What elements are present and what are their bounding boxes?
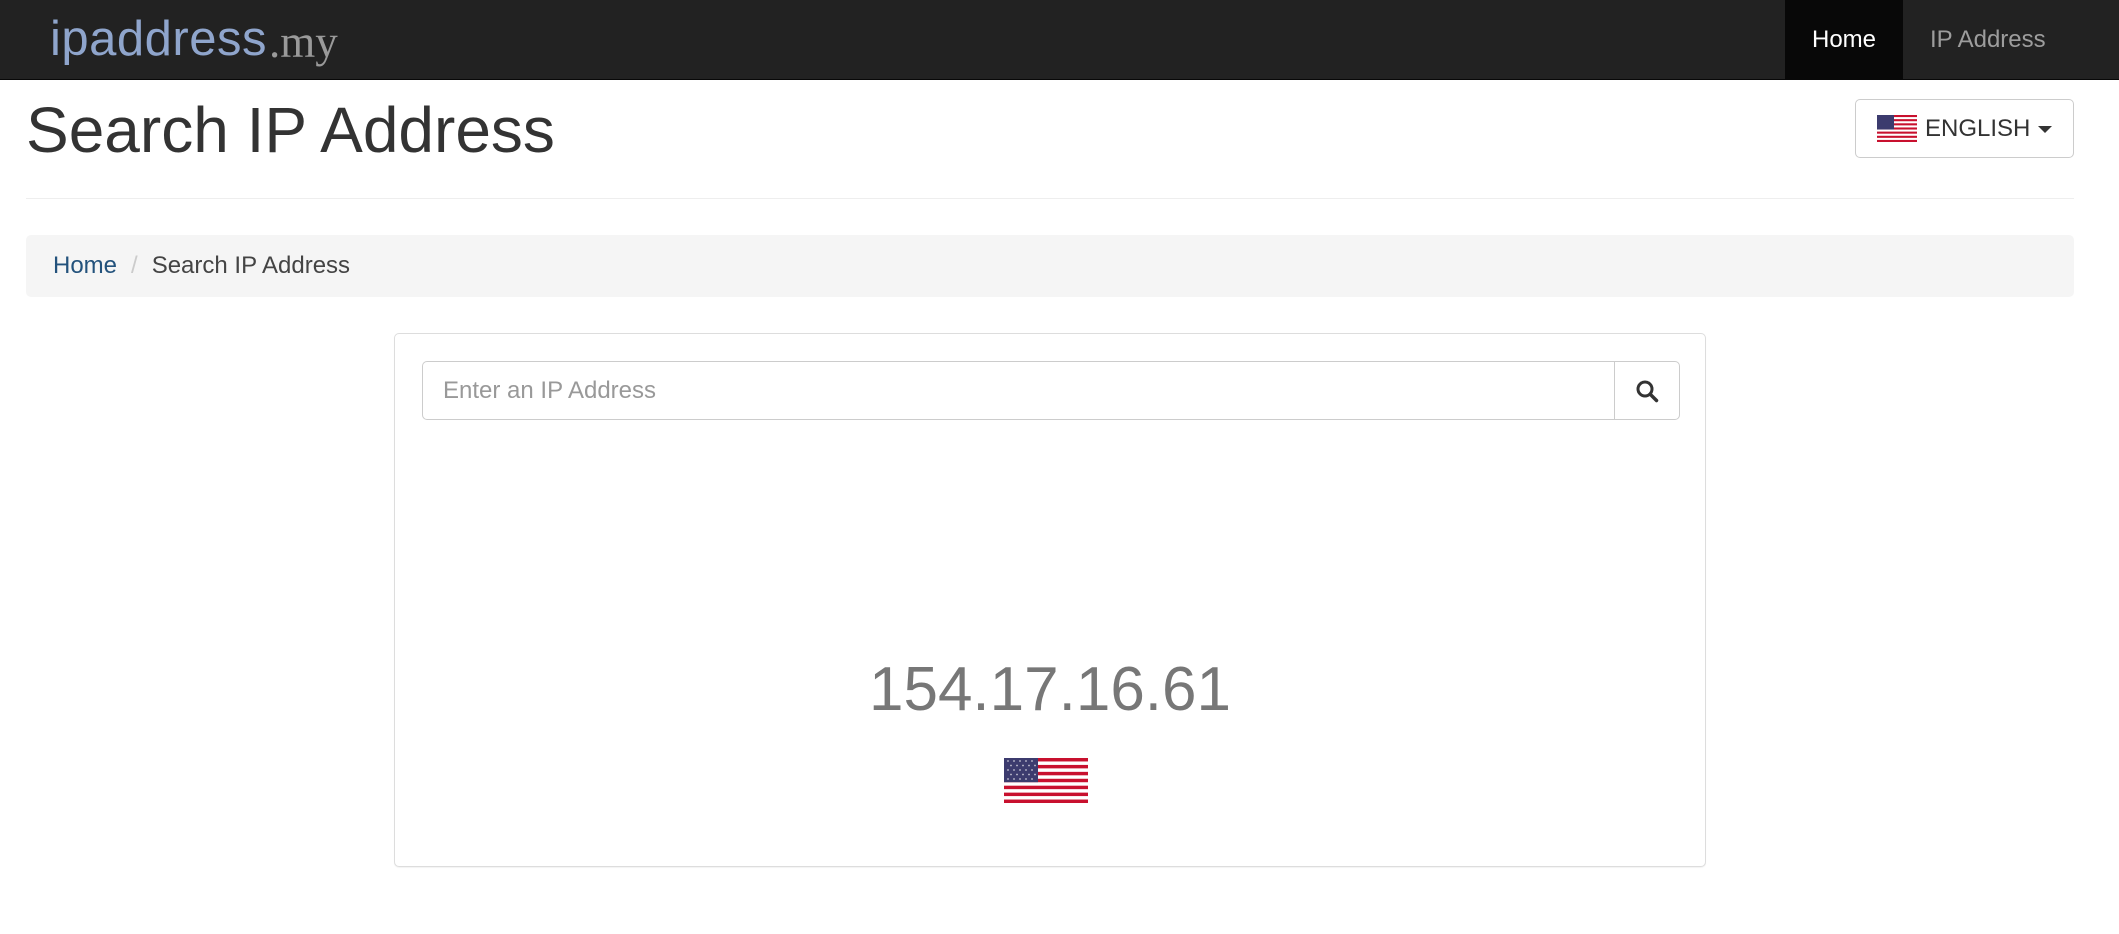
header-divider	[26, 198, 2074, 199]
ip-search-input[interactable]	[422, 361, 1614, 420]
logo-text-tld: .my	[268, 17, 338, 67]
breadcrumb-current: Search IP Address	[151, 252, 351, 279]
top-navbar: ipaddress .my Home IP Address	[0, 0, 2119, 80]
search-button[interactable]	[1614, 361, 1680, 420]
nav-item-ip-address[interactable]: IP Address	[1903, 0, 2119, 79]
language-label: ENGLISH	[1925, 114, 2031, 142]
breadcrumb-separator: /	[131, 252, 138, 279]
search-input-group	[422, 361, 1680, 420]
logo-text-main: ipaddress	[50, 12, 267, 66]
caret-down-icon	[2038, 126, 2053, 133]
search-panel: 154.17.16.61	[394, 333, 1706, 867]
us-flag-icon	[1877, 115, 1917, 142]
breadcrumb: Home / Search IP Address	[26, 235, 2074, 297]
page-title: Search IP Address	[26, 94, 555, 166]
navbar-menu: Home IP Address	[1785, 0, 2119, 79]
breadcrumb-home-link[interactable]: Home	[53, 252, 117, 280]
ip-address-result: 154.17.16.61	[868, 655, 1231, 724]
us-flag-icon	[1004, 758, 1088, 803]
nav-item-home[interactable]: Home	[1785, 0, 1903, 79]
search-icon	[1636, 380, 1659, 402]
language-dropdown-button[interactable]: ENGLISH	[1855, 99, 2074, 158]
site-logo[interactable]: ipaddress .my	[50, 6, 338, 72]
